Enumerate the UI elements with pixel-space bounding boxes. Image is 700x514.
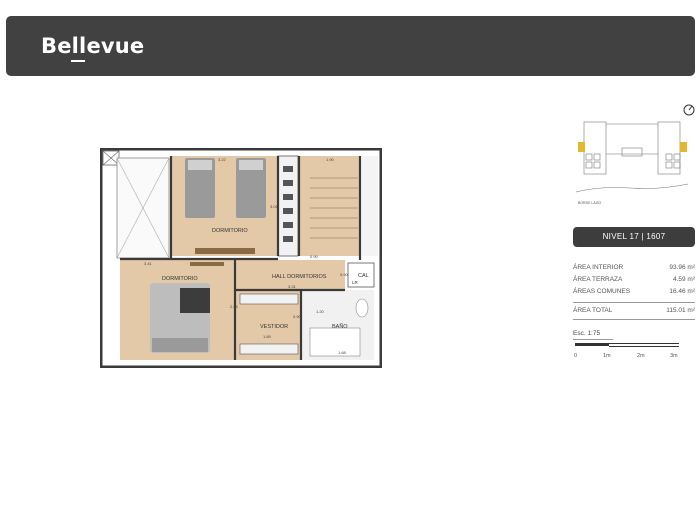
dim-bano-w: 1.68: [338, 350, 347, 355]
divider: [573, 319, 695, 320]
room-label-bano: BAÑO: [332, 323, 348, 330]
area-total-label: ÁREA TOTAL: [573, 307, 613, 314]
dim-hall-small: 0.90: [310, 254, 319, 259]
dim-vest-side: 0.90: [293, 314, 302, 319]
brand-logo: Bellevue: [41, 34, 145, 58]
scale-seg-1: [575, 343, 609, 346]
areas-table: ÁREA INTERIOR 93.96 m² ÁREA TERRAZA 4.59…: [573, 262, 695, 320]
area-label: ÁREA INTERIOR: [573, 264, 624, 271]
key-plan: BORDE LAGO: [575, 121, 689, 205]
dim-d1-side: 3.01: [270, 204, 279, 209]
unit-highlight-left: [578, 142, 585, 152]
header-bar: Bellevue: [6, 16, 695, 76]
level-badge: NIVEL 17 | 1607: [573, 227, 695, 247]
keyplan-label: BORDE LAGO: [578, 201, 601, 205]
scale-bar-block: Esc. 1:75 0 1m 2m 3m: [573, 330, 683, 361]
room-label-dormitorio-2: DORMITORIO: [162, 276, 198, 282]
dim-d2-side: 2.95: [230, 304, 239, 309]
area-value: 93.96 m²: [669, 264, 695, 271]
dim-bano-side: 1.20: [316, 309, 325, 314]
room-label-dormitorio-1: DORMITORIO: [212, 228, 248, 234]
dim-stair-top: 1.90: [326, 157, 335, 162]
stair-area: [300, 156, 360, 256]
room-label-hall: HALL DORMITORIOS: [272, 274, 327, 280]
scale-seg-2: [609, 343, 679, 347]
scale-tick: 1m: [603, 353, 611, 359]
area-value: 16.46 m²: [669, 288, 695, 295]
area-total-row: ÁREA TOTAL 115.01 m²: [573, 302, 695, 317]
room-label-lr: LR: [352, 280, 359, 285]
room-label-vestidor: VESTIDOR: [260, 324, 288, 330]
compass-icon: [683, 104, 695, 116]
area-label: ÁREA TERRAZA: [573, 276, 623, 283]
area-row: ÁREA TERRAZA 4.59 m²: [573, 274, 695, 286]
scale-labels: 0 1m 2m 3m: [573, 353, 683, 361]
dim-hall-w: 3.31: [288, 284, 297, 289]
scale-bar: [573, 343, 683, 353]
scale-tick: 3m: [670, 353, 678, 359]
scale-tick: 0: [574, 353, 578, 359]
area-row: ÁREAS COMUNES 16.46 m²: [573, 286, 695, 298]
scale-title: Esc. 1:75: [573, 330, 613, 340]
scale-tick: 2m: [637, 353, 645, 359]
area-row: ÁREA INTERIOR 93.96 m²: [573, 262, 695, 274]
area-label: ÁREAS COMUNES: [573, 288, 631, 295]
unit-highlight-right: [680, 142, 687, 152]
blanket: [180, 288, 210, 313]
desk: [195, 248, 255, 254]
room-label-cal: CAL: [358, 273, 369, 279]
dim-d2-top: 3.41: [144, 261, 153, 266]
area-value: 4.59 m²: [672, 276, 695, 283]
dim-vest-w: 1.89: [263, 334, 272, 339]
logo-underline: [71, 60, 85, 62]
dim-d1-top: 3.22: [218, 157, 227, 162]
dim-hall-side: 0.90: [340, 272, 349, 277]
floor-plan: DORMITORIO DORMITORIO HALL DORMITORIOS V…: [100, 148, 382, 368]
area-total-value: 115.01 m²: [666, 307, 695, 314]
